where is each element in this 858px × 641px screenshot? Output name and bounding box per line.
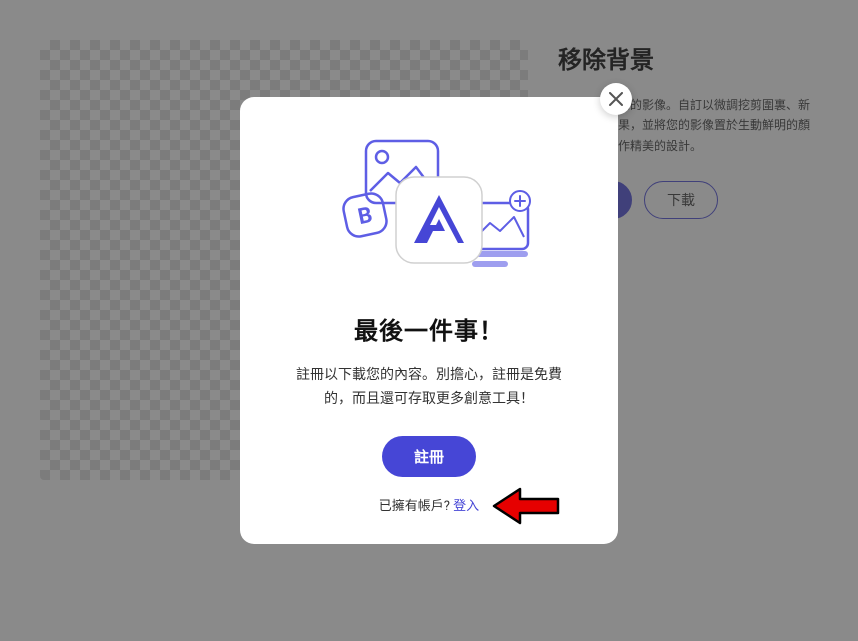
have-account-text: 已擁有帳戶? xyxy=(379,499,453,514)
modal-overlay: B 最後一件事！ 註冊以下載您的內容。別擔心，註冊是免費的，而且還可存取更多創意… xyxy=(0,0,858,641)
modal-body: 註冊以下載您的內容。別擔心，註冊是免費的，而且還可存取更多創意工具！ xyxy=(276,364,582,412)
svg-text:B: B xyxy=(356,202,375,229)
modal-illustration: B xyxy=(314,133,544,291)
modal-title: 最後一件事！ xyxy=(276,311,582,346)
close-button[interactable] xyxy=(600,83,632,115)
signup-button[interactable]: 註冊 xyxy=(382,436,476,477)
annotation-arrow-icon xyxy=(490,485,560,527)
close-icon xyxy=(609,92,623,106)
signup-modal: B 最後一件事！ 註冊以下載您的內容。別擔心，註冊是免費的，而且還可存取更多創意… xyxy=(240,97,618,545)
login-link[interactable]: 登入 xyxy=(453,499,479,514)
